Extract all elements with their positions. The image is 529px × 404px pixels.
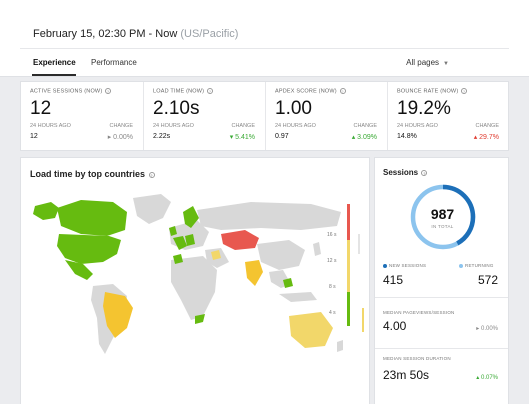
metric-change-label: CHANGE [231,123,255,129]
metric-ago-label: 24 HOURS AGO [153,123,194,129]
legend-returning: RETURNING [459,263,494,268]
info-icon[interactable]: ? [421,169,428,176]
metric-active-sessions[interactable]: ACTIVE SESSIONS (NOW) ? 12 24 HOURS AGO … [21,82,143,150]
returning-sessions-value: 572 [477,273,498,287]
metric-value: 2.10s [153,98,200,119]
metric-change-label: CHANGE [109,123,133,129]
sessions-divider [375,297,508,298]
legend-bar-fast [347,292,350,326]
info-icon[interactable]: ? [105,88,112,94]
legend-returning-label: RETURNING [465,263,494,268]
median-duration-change: ▴ 0.07% [476,375,498,381]
metric-ago-label: 24 HOURS AGO [30,123,71,129]
tab-experience[interactable]: Experience [33,58,76,67]
metric-title: BOUNCE RATE (NOW) [397,88,459,95]
sessions-title-text: Sessions [383,168,419,177]
metric-title: APDEX SCORE (NOW) [275,88,337,95]
median-pageviews-label: MEDIAN PAGEVIEWS/SESSION [383,310,455,315]
metric-ago-value: 12 [30,133,38,140]
metric-ago-label: 24 HOURS AGO [275,123,316,129]
sessions-card: Sessions ? 987 IN TOTAL NEW SESSIONS RET… [374,157,509,404]
metric-ago-label: 24 HOURS AGO [397,123,438,129]
median-duration-label: MEDIAN SESSION DURATION [383,356,451,361]
legend-tick-label: 8 s [329,284,336,290]
metric-change: ▴ 29.7% [473,134,499,141]
metric-value: 12 [30,98,52,119]
top-bar: February 15, 02:30 PM - Now (US/Pacific)… [0,0,529,77]
metric-title: ACTIVE SESSIONS (NOW) [30,88,103,95]
legend-dot-returning [459,263,463,268]
page-filter-label: All pages [406,58,440,67]
legend-dot-new [383,263,387,268]
country-canada[interactable] [57,200,127,236]
page-filter-dropdown[interactable]: All pages ▼ [406,58,449,67]
legend-new-label: NEW SESSIONS [389,263,427,268]
metric-change-label: CHANGE [475,123,499,129]
country-new-zealand[interactable] [337,340,343,352]
chevron-down-icon: ▼ [443,61,449,67]
metric-ago-value: 0.97 [275,133,289,140]
active-tab-indicator [32,74,76,76]
legend-bar-slow [347,240,350,292]
region-africa[interactable] [171,256,217,320]
country-usa[interactable] [57,234,121,264]
country-australia[interactable] [289,312,333,348]
median-pageviews-value: 4.00 [383,319,407,333]
metric-ago-value: 2.22s [153,133,171,140]
sessions-total-label: IN TOTAL [431,224,454,229]
legend-new-sessions: NEW SESSIONS [383,263,426,268]
median-duration-value: 23m 50s [383,368,430,382]
date-range-label: February 15, 02:30 PM - Now [33,28,178,40]
metrics-strip: ACTIVE SESSIONS (NOW) ? 12 24 HOURS AGO … [20,81,509,151]
info-icon[interactable]: ? [461,88,468,94]
country-russia[interactable] [197,202,341,230]
info-icon[interactable]: ? [148,171,155,178]
metric-bounce-rate[interactable]: BOUNCE RATE (NOW) ? 19.2% 24 HOURS AGO C… [387,82,509,150]
country-india[interactable] [245,260,263,286]
metric-load-time[interactable]: LOAD TIME (NOW) ? 2.10s 24 HOURS AGO CHA… [143,82,265,150]
metric-value: 1.00 [275,98,312,119]
metric-ago-value: 14.8% [397,133,417,140]
dashboard-page: February 15, 02:30 PM - Now (US/Pacific)… [0,0,529,404]
new-sessions-value: 415 [383,273,404,287]
timezone-label: (US/Pacific) [180,28,239,40]
metric-change: ▴ 3.09% [351,134,377,141]
country-japan[interactable] [313,242,321,256]
legend-tick-label: 16 s [327,232,337,238]
legend-bar-critical [347,204,350,240]
median-pageviews-change: ▸ 0.00% [476,326,498,332]
map-card-title: Load time by top countries ? [30,169,155,179]
header-divider [20,48,509,49]
legend-scale [347,204,364,332]
country-alaska[interactable] [33,202,59,220]
sessions-total: 987 [430,206,455,222]
map-card-title-text: Load time by top countries [30,169,146,179]
metric-change: ▸ 0.00% [107,134,133,141]
country-china[interactable] [257,240,305,270]
legend-tick-label: 4 s [329,310,336,316]
info-icon[interactable]: ? [339,88,346,94]
sessions-card-title: Sessions ? [383,168,428,177]
metric-apdex-score[interactable]: APDEX SCORE (NOW) ? 1.00 24 HOURS AGO CH… [265,82,387,150]
world-map[interactable] [21,188,369,388]
metric-value: 19.2% [397,98,451,119]
country-indonesia[interactable] [279,292,317,302]
metric-title: LOAD TIME (NOW) [153,88,205,95]
country-kazakhstan[interactable] [221,230,259,250]
metric-change-label: CHANGE [353,123,377,129]
legend-tick-label: 12 s [327,258,337,264]
tab-performance[interactable]: Performance [91,58,137,67]
date-range-selector[interactable]: February 15, 02:30 PM - Now (US/Pacific) [33,28,238,40]
country-greenland[interactable] [133,194,171,224]
load-time-map-card: Load time by top countries ? 16 s 12 s 8… [20,157,370,404]
sessions-divider [375,348,508,349]
info-icon[interactable]: ? [206,88,213,94]
metric-change: ▾ 5.41% [229,134,255,141]
